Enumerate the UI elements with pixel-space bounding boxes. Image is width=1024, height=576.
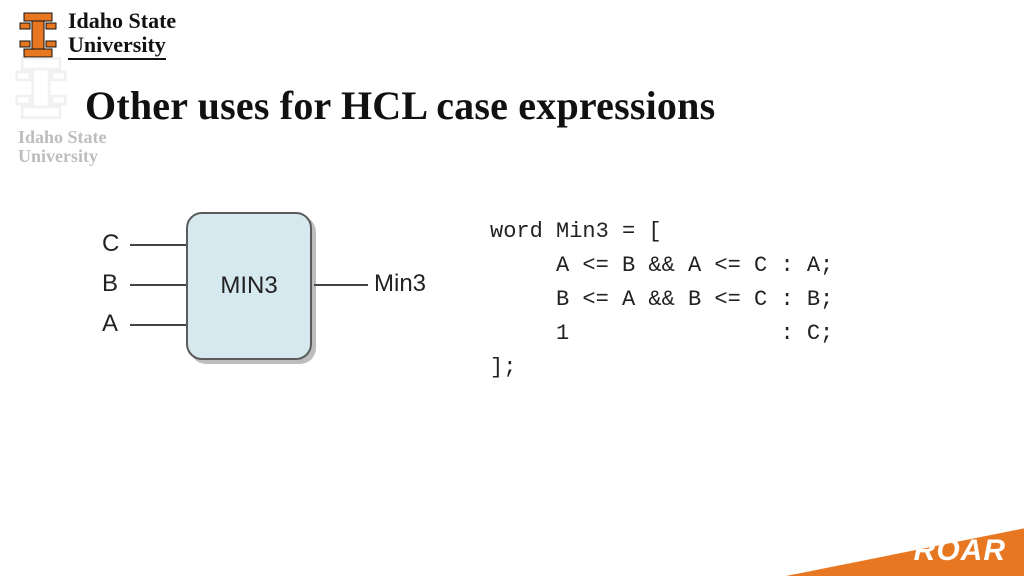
code-line-2: A <= B && A <= C : A; — [490, 253, 833, 278]
code-block: word Min3 = [ A <= B && A <= C : A; B <=… — [490, 215, 833, 385]
block-label: MIN3 — [220, 272, 277, 300]
code-line-5: ]; — [490, 355, 516, 380]
watermark-line2: University — [18, 147, 107, 166]
input-label-a: A — [102, 310, 118, 338]
wire-b — [130, 284, 186, 286]
university-line2: University — [68, 34, 166, 60]
watermark-line1: Idaho State — [18, 128, 107, 147]
input-label-c: C — [102, 230, 119, 258]
university-name: Idaho State University — [68, 10, 176, 60]
slide-title: Other uses for HCL case expressions — [85, 82, 715, 129]
header: Idaho State University — [18, 10, 176, 60]
watermark-text: Idaho State University — [18, 128, 107, 166]
wire-out — [314, 284, 368, 286]
roar-banner: ROAR — [744, 516, 1024, 576]
code-line-1: word Min3 = [ — [490, 219, 662, 244]
input-label-b: B — [102, 270, 118, 298]
roar-label: ROAR — [914, 534, 1006, 568]
slide: Idaho State University Idaho State Unive… — [0, 0, 1024, 576]
min3-diagram: C B A MIN3 Min3 — [70, 212, 410, 372]
code-line-3: B <= A && B <= C : B; — [490, 287, 833, 312]
code-line-4: 1 : C; — [490, 321, 833, 346]
watermark-logo-icon — [14, 54, 68, 127]
output-label: Min3 — [374, 270, 426, 298]
isu-logo-icon — [18, 11, 58, 59]
university-line1: Idaho State — [68, 10, 176, 32]
min3-block: MIN3 — [186, 212, 312, 360]
wire-a — [130, 324, 186, 326]
wire-c — [130, 244, 186, 246]
